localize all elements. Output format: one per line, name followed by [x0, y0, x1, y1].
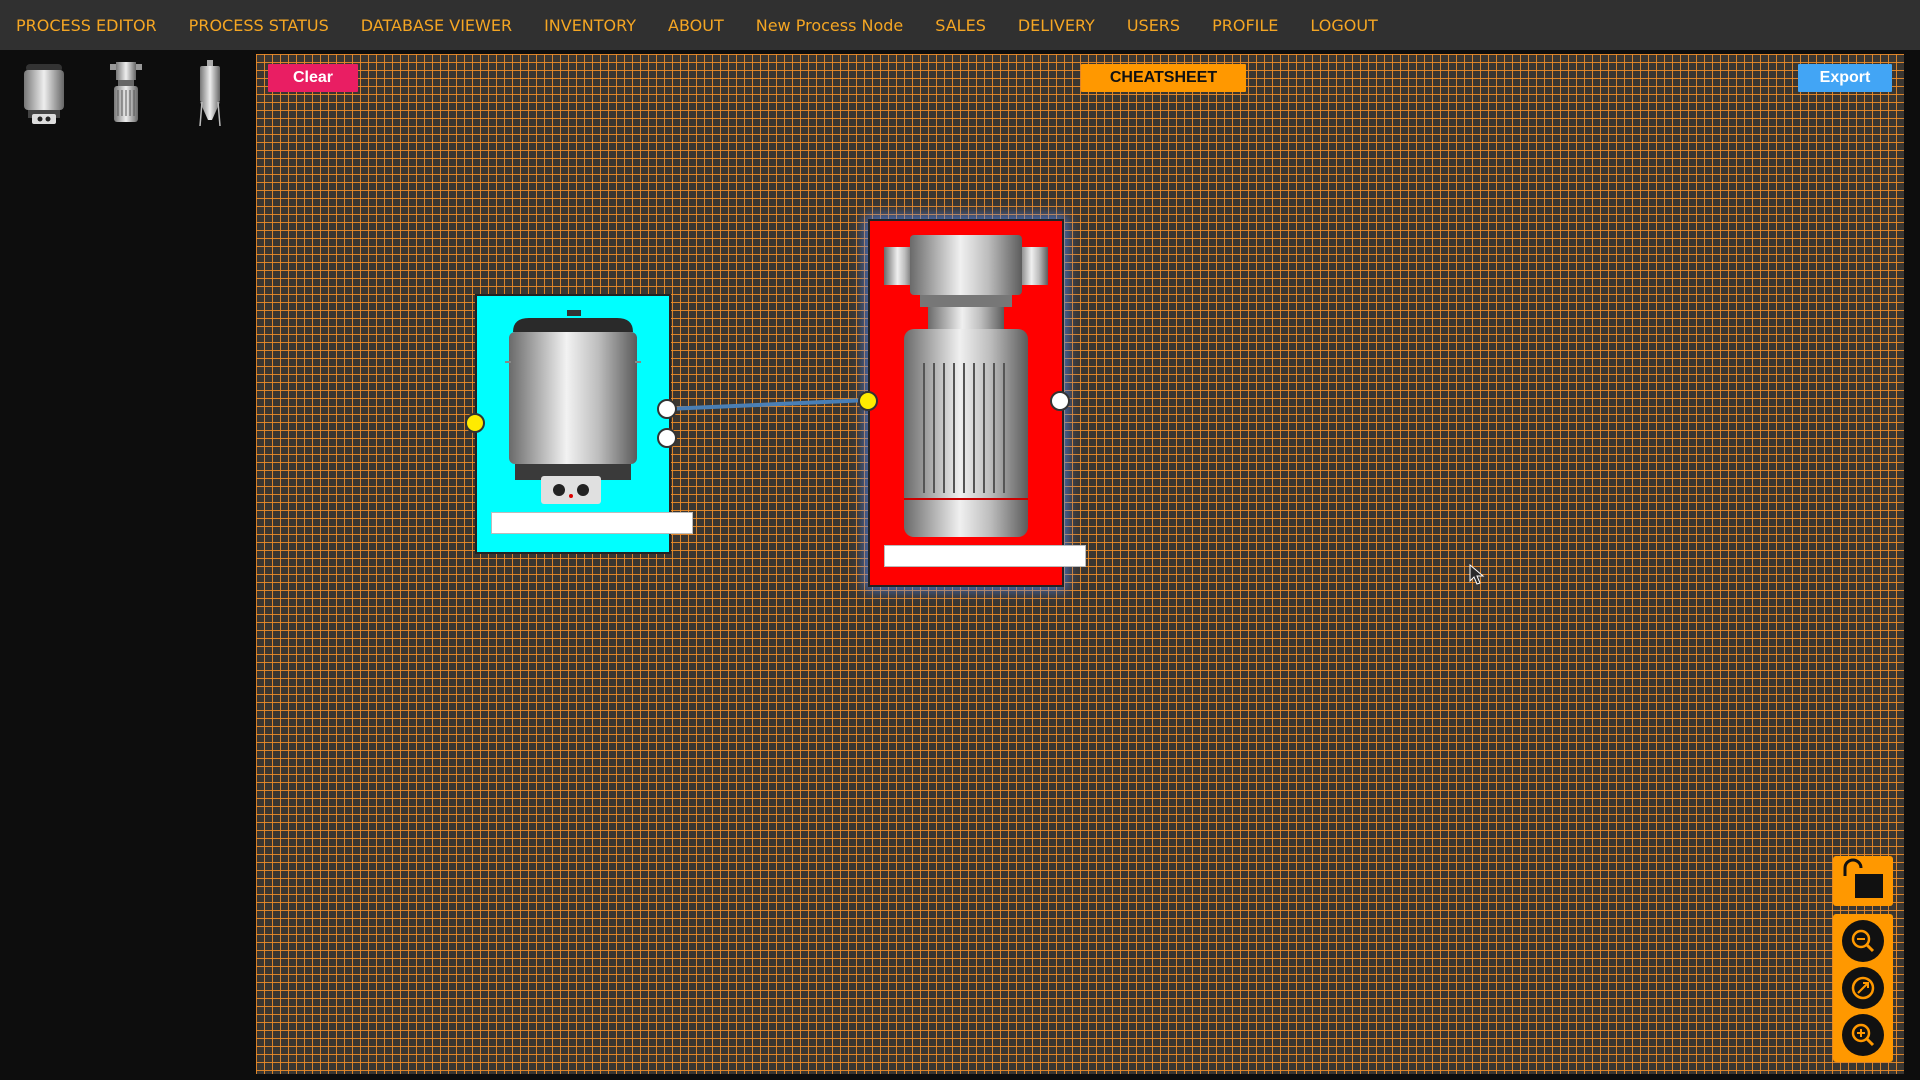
mouse-cursor-icon — [1469, 564, 1485, 585]
zoom-in-icon[interactable] — [1842, 1014, 1884, 1056]
nav-sales[interactable]: SALES — [935, 16, 986, 35]
nav-inventory[interactable]: INVENTORY — [544, 16, 636, 35]
fermenter-icon[interactable] — [182, 58, 238, 128]
nav-new-process-node[interactable]: New Process Node — [756, 16, 904, 35]
nav-logout[interactable]: LOGOUT — [1310, 16, 1377, 35]
kettle-node[interactable] — [465, 294, 693, 554]
input-port[interactable] — [858, 391, 878, 411]
connection-edge[interactable] — [665, 398, 870, 411]
zoom-out-icon[interactable] — [1842, 920, 1884, 962]
unlock-icon[interactable] — [1833, 856, 1893, 906]
pump-icon[interactable] — [98, 58, 154, 128]
zoom-controls — [1833, 914, 1893, 1062]
fit-view-icon[interactable] — [1842, 967, 1884, 1009]
output-port[interactable] — [1050, 391, 1070, 411]
top-nav-bar: PROCESS EDITOR PROCESS STATUS DATABASE V… — [0, 0, 1920, 50]
nav-database-viewer[interactable]: DATABASE VIEWER — [361, 16, 512, 35]
nav-process-status[interactable]: PROCESS STATUS — [189, 16, 329, 35]
kettle-icon[interactable] — [16, 58, 72, 128]
nav-process-editor[interactable]: PROCESS EDITOR — [16, 16, 157, 35]
component-palette — [0, 50, 256, 1080]
nav-delivery[interactable]: DELIVERY — [1018, 16, 1095, 35]
nav-profile[interactable]: PROFILE — [1212, 16, 1278, 35]
output-port[interactable] — [657, 428, 677, 448]
nav-users[interactable]: USERS — [1127, 16, 1180, 35]
pump-node[interactable] — [858, 219, 1086, 587]
kettle-icon — [505, 310, 641, 504]
nav-about[interactable]: ABOUT — [668, 16, 724, 35]
node-name-label[interactable] — [491, 512, 693, 534]
node-name-label[interactable] — [884, 545, 1086, 567]
pump-icon — [884, 235, 1048, 537]
output-port[interactable] — [657, 399, 677, 419]
input-port[interactable] — [465, 413, 485, 433]
process-canvas[interactable]: Clear CHEATSHEET Export — [256, 54, 1904, 1074]
